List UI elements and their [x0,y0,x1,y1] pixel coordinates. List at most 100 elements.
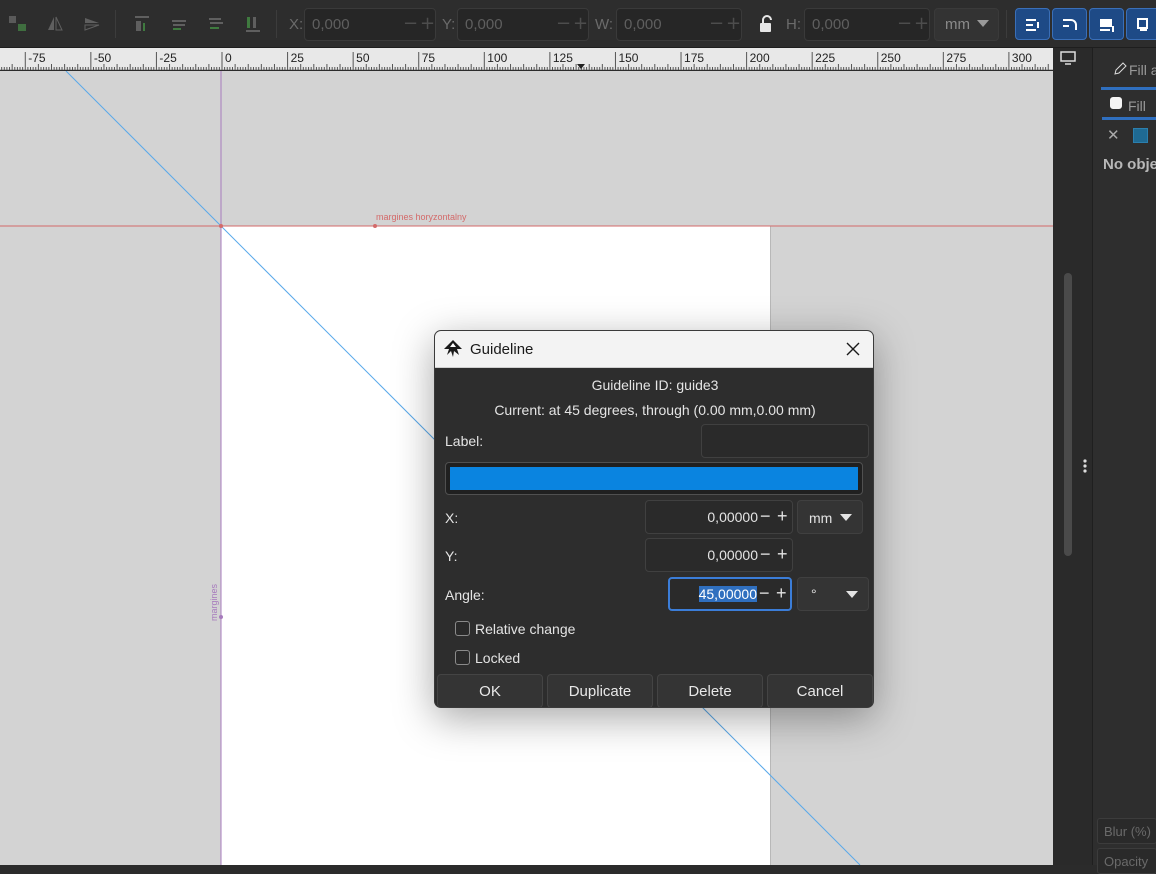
transform-pattern-button[interactable] [1126,8,1156,40]
locked-box[interactable] [455,650,470,665]
angle-unit-value: ° [811,586,817,602]
y-spinbox-dialog[interactable]: 0,00000 − + [645,538,793,572]
transform-gradient-button[interactable] [1089,8,1124,40]
ruler-label: 275 [946,51,967,65]
ruler-label: -75 [28,51,46,65]
locked-checkbox[interactable]: Locked [455,649,655,669]
x-increment-button[interactable]: + [420,15,435,33]
ruler-label: 300 [1011,51,1032,65]
y-increment-button[interactable]: + [573,15,588,33]
fill-subtab-label: Fill [1128,98,1146,114]
vertical-scrollbar[interactable] [1064,273,1072,556]
duplicate-button[interactable]: Duplicate [547,674,653,707]
angle-decrement[interactable]: − [759,583,770,604]
x-dialog-decrement[interactable]: − [760,506,771,527]
flat-color-icon[interactable] [1133,128,1148,143]
chevron-down-icon [846,591,858,598]
y-dialog-decrement[interactable]: − [760,544,771,565]
x-spinbox-dialog[interactable]: 0,00000 − + [645,500,793,534]
panel-handle-icon[interactable] [1082,458,1088,474]
x-dialog-value: 0,00000 [707,509,758,525]
chevron-down-icon [977,20,989,27]
horizontal-ruler[interactable]: -75 -50 -25 0 25 50 75 100 125 150 175 200 225 250 275… [0,48,1053,70]
lower-icon[interactable] [206,14,226,34]
y-label: Y: [442,16,456,33]
dialog-titlebar[interactable]: Guideline [435,331,873,368]
h-increment-button[interactable]: + [914,15,929,33]
raise-icon[interactable] [169,14,189,34]
dialog-unit-dropdown[interactable]: mm [797,500,863,534]
unit-dropdown[interactable]: mm [934,8,999,41]
fill-stroke-dock: Fill a Fill ✕ No obje Blur (%) Opacity [1092,48,1156,874]
guideline-id-text: Guideline ID: guide3 [591,377,719,393]
toolbar-separator [115,10,116,38]
h-spinbox[interactable]: 0,000 − + [804,8,930,41]
h-decrement-button[interactable]: − [897,15,912,33]
ruler-label: -50 [93,51,112,65]
relative-change-box[interactable] [455,621,470,636]
ruler-label: 50 [356,51,370,65]
tool-controls-bar: X: 0,000 − + Y: 0,000 − + W: 0,000 − + H… [0,0,1156,48]
lower-to-bottom-icon[interactable] [243,14,263,34]
w-increment-button[interactable]: + [726,15,741,33]
y-caption: Y: [445,548,458,564]
y-value: 0,000 [465,16,503,33]
fill-checkbox-icon [1110,97,1122,109]
ruler-label: -25 [159,51,177,65]
guide-color-button[interactable] [445,462,863,495]
guide-anchor [373,224,377,228]
y-decrement-button[interactable]: − [556,15,571,33]
fill-subtab[interactable]: Fill [1102,92,1156,120]
y-spinbox[interactable]: 0,000 − + [457,8,589,41]
unit-value: mm [945,16,970,33]
x-label: X: [289,16,304,33]
angle-spinbox[interactable]: 45,00000 − + [668,577,792,611]
guide-anchor [219,224,223,228]
cancel-button[interactable]: Cancel [767,674,873,707]
transform-stroke-button[interactable] [1015,8,1050,40]
ok-button[interactable]: OK [437,674,543,707]
ruler-label: 100 [487,51,508,65]
ruler-label: 150 [618,51,639,65]
y-dialog-increment[interactable]: + [777,544,788,565]
ruler-label: 175 [684,51,705,65]
x-dialog-increment[interactable]: + [777,506,788,527]
w-decrement-button[interactable]: − [709,15,724,33]
x-caption: X: [445,510,459,526]
transform-pattern-icon [1137,18,1148,31]
flip-horizontal-icon[interactable] [45,14,65,34]
ruler-label: 0 [225,51,232,65]
guide-anchor [219,615,223,619]
display-mode-icon[interactable] [1060,51,1076,65]
ruler-label: 250 [880,51,901,65]
ruler-label: 225 [815,51,836,65]
x-spinbox[interactable]: 0,000 − + [304,8,436,41]
flip-vertical-icon[interactable] [82,14,102,34]
x-decrement-button[interactable]: − [403,15,418,33]
opacity-field[interactable]: Opacity [1097,848,1156,874]
label-caption: Label: [445,433,484,449]
relative-change-checkbox[interactable]: Relative change [455,620,655,640]
no-paint-icon[interactable]: ✕ [1107,126,1120,144]
angle-increment[interactable]: + [776,583,787,604]
raise-to-top-icon[interactable] [132,14,152,34]
label-input[interactable] [701,424,869,458]
delete-button[interactable]: Delete [657,674,763,707]
close-icon[interactable] [846,342,860,356]
lock-icon[interactable] [756,14,776,34]
dialog-title: Guideline [470,341,534,358]
current-position-text: Current: at 45 degrees, through (0.00 mm… [494,402,816,418]
dock-tab-label: Fill a [1129,62,1156,78]
ruler-label: 25 [290,51,304,65]
opacity-label: Opacity [1104,854,1149,869]
dock-tab-fill-stroke[interactable]: Fill a [1101,54,1156,90]
no-objects-text: No obje [1103,156,1156,173]
pencil-icon [1114,62,1127,75]
angle-unit-dropdown[interactable]: ° [797,577,869,611]
transform-gradient-icon [1100,19,1114,32]
transform-corners-button[interactable] [1052,8,1087,40]
angle-caption: Angle: [445,587,485,603]
select-same-icon[interactable] [8,14,28,34]
w-spinbox[interactable]: 0,000 − + [616,8,742,41]
blur-field[interactable]: Blur (%) [1097,818,1156,844]
